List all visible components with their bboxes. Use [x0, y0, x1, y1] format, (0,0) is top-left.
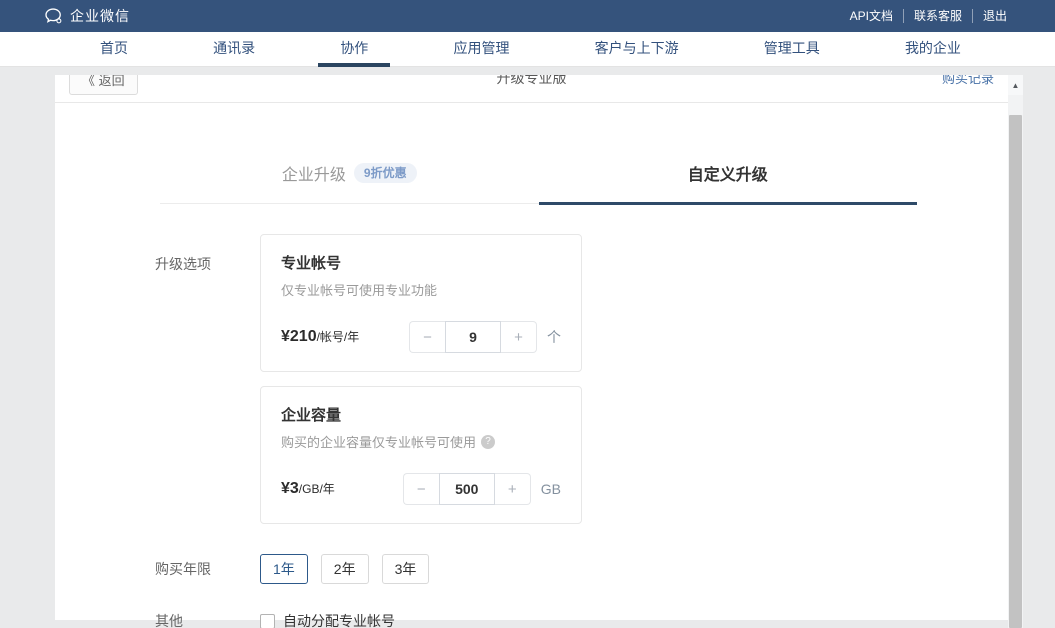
duration-2year-button[interactable]: 2年 [321, 554, 369, 584]
nav-item-customers[interactable]: 客户与上下游 [573, 32, 701, 67]
duration-1year-button[interactable]: 1年 [260, 554, 308, 584]
api-docs-link[interactable]: API文档 [840, 9, 903, 23]
nav-item-admin-tools[interactable]: 管理工具 [742, 32, 842, 67]
other-label: 其他 [155, 611, 260, 628]
pro-account-qty-input[interactable]: 9 [445, 321, 501, 353]
storage-qty-input[interactable]: 500 [439, 473, 495, 505]
pro-account-card-title: 专业帐号 [281, 252, 561, 273]
wework-logo-icon [45, 8, 63, 24]
pro-account-card: 专业帐号 仅专业帐号可使用专业功能 ¥210/帐号/年 − 9 + 个 [260, 234, 582, 372]
duration-buttons: 1年 2年 3年 [260, 554, 429, 584]
nav-item-home[interactable]: 首页 [78, 32, 150, 67]
storage-price-unit: /GB/年 [299, 482, 335, 496]
storage-qty-unit: GB [541, 481, 561, 497]
scrollbar[interactable]: ▲ [1008, 75, 1023, 628]
minus-button[interactable]: − [403, 473, 439, 505]
contact-support-link[interactable]: 联系客服 [903, 9, 972, 23]
upgrade-options-label: 升级选项 [155, 234, 260, 524]
topbar: 企业微信 API文档 联系客服 退出 [0, 0, 1055, 32]
purchase-history-link[interactable]: 购买记录 [942, 75, 994, 87]
storage-price-amount: ¥3 [281, 480, 299, 497]
upgrade-tabs: 企业升级 9折优惠 自定义升级 [160, 161, 917, 204]
help-icon[interactable]: ? [481, 435, 495, 449]
auto-assign-checkbox[interactable] [260, 614, 275, 628]
pro-account-price-unit: /帐号/年 [317, 330, 360, 344]
duration-3year-button[interactable]: 3年 [382, 554, 430, 584]
topbar-links: API文档 联系客服 退出 [840, 9, 1017, 23]
storage-card-desc: 购买的企业容量仅专业帐号可使用 [281, 432, 476, 451]
brand: 企业微信 [45, 6, 130, 26]
plus-button[interactable]: + [495, 473, 531, 505]
minus-button[interactable]: − [409, 321, 445, 353]
pro-account-qty-unit: 个 [547, 327, 561, 347]
duration-row: 购买年限 1年 2年 3年 [155, 554, 1008, 584]
tab-custom-upgrade[interactable]: 自定义升级 [539, 161, 918, 203]
panel-header: 《 返回 升级专业版 购买记录 [55, 75, 1008, 103]
other-content: 自动分配专业帐号 启用后，成员可用容量不足时可自动为其升级到专业版 [260, 611, 572, 628]
nav-item-my-company[interactable]: 我的企业 [883, 32, 983, 67]
page-title: 升级专业版 [55, 75, 1008, 88]
storage-price: ¥3/GB/年 [281, 480, 335, 498]
pro-account-price-amount: ¥210 [281, 328, 317, 345]
nav-item-collaboration[interactable]: 协作 [318, 32, 390, 67]
auto-assign-label: 自动分配专业帐号 [283, 611, 395, 628]
scroll-up-arrow[interactable]: ▲ [1008, 75, 1023, 95]
plus-button[interactable]: + [501, 321, 537, 353]
storage-card-title: 企业容量 [281, 404, 561, 425]
upgrade-options-cards: 专业帐号 仅专业帐号可使用专业功能 ¥210/帐号/年 − 9 + 个 [260, 234, 582, 524]
tab-enterprise-upgrade-label: 企业升级 [282, 161, 346, 185]
brand-name: 企业微信 [70, 6, 130, 26]
other-row: 其他 自动分配专业帐号 启用后，成员可用容量不足时可自动为其升级到专业版 [155, 611, 1008, 628]
upgrade-form: 升级选项 专业帐号 仅专业帐号可使用专业功能 ¥210/帐号/年 − 9 [155, 234, 1008, 628]
pro-account-stepper: − 9 + [409, 321, 537, 353]
scrollbar-thumb[interactable] [1009, 115, 1022, 628]
upgrade-panel: 《 返回 升级专业版 购买记录 企业升级 9折优惠 自定义升级 升级选项 专业帐… [55, 75, 1008, 620]
nav-item-apps[interactable]: 应用管理 [431, 32, 531, 67]
logout-link[interactable]: 退出 [972, 9, 1017, 23]
nav-item-contacts[interactable]: 通讯录 [191, 32, 277, 67]
discount-badge: 9折优惠 [354, 163, 417, 183]
main-nav: 首页 通讯录 协作 应用管理 客户与上下游 管理工具 我的企业 [0, 32, 1055, 67]
duration-label: 购买年限 [155, 559, 260, 579]
upgrade-options-row: 升级选项 专业帐号 仅专业帐号可使用专业功能 ¥210/帐号/年 − 9 [155, 234, 1008, 524]
tab-custom-upgrade-label: 自定义升级 [688, 161, 768, 185]
auto-assign-option[interactable]: 自动分配专业帐号 [260, 611, 572, 628]
storage-card: 企业容量 购买的企业容量仅专业帐号可使用 ? ¥3/GB/年 − 500 + [260, 386, 582, 524]
storage-stepper: − 500 + [403, 473, 531, 505]
pro-account-price: ¥210/帐号/年 [281, 328, 359, 346]
tab-enterprise-upgrade[interactable]: 企业升级 9折优惠 [160, 161, 539, 203]
pro-account-card-desc: 仅专业帐号可使用专业功能 [281, 280, 437, 299]
